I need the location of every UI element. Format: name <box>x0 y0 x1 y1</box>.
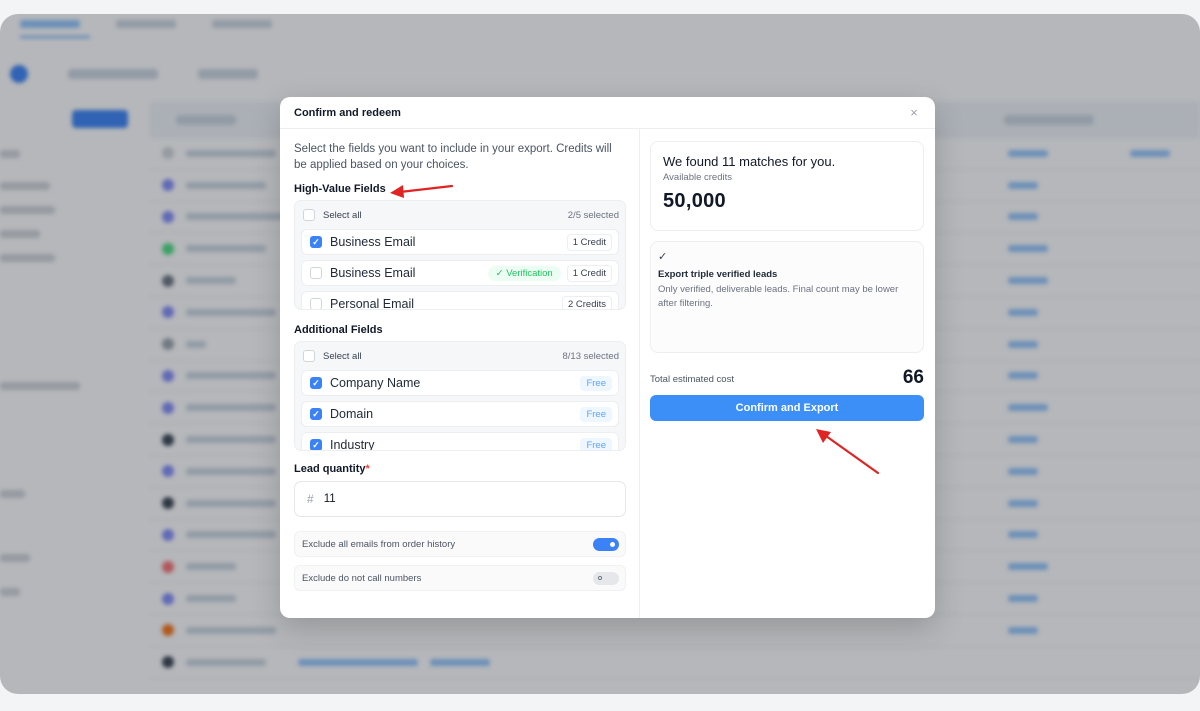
select-all-checkbox[interactable] <box>303 350 315 362</box>
lead-quantity-input[interactable]: # 11 <box>294 481 626 517</box>
field-checkbox[interactable] <box>310 439 322 450</box>
confirm-redeem-modal: Confirm and redeem × Select the fields y… <box>280 97 935 618</box>
modal-title: Confirm and redeem <box>294 106 401 119</box>
lead-quantity-label: Lead quantity* <box>294 463 626 475</box>
confirm-export-button[interactable]: Confirm and Export <box>650 395 924 421</box>
high-value-fields-list[interactable]: Select all 2/5 selected Business Email 1… <box>294 200 626 310</box>
lead-quantity-value[interactable]: 11 <box>324 493 336 505</box>
check-icon: ✓ <box>658 251 668 263</box>
toggle-knob <box>609 540 616 548</box>
additional-select-all[interactable]: Select all 8/13 selected <box>301 347 619 365</box>
select-all-checkbox[interactable] <box>303 209 315 221</box>
free-badge: Free <box>580 437 612 450</box>
field-label: Personal Email <box>330 297 415 310</box>
check-icon: ✓ <box>495 267 504 279</box>
field-checkbox[interactable] <box>310 267 322 279</box>
field-label: Business Email <box>330 266 416 280</box>
select-all-label: Select all <box>323 350 362 362</box>
select-all-label: Select all <box>323 209 362 221</box>
field-personal-email[interactable]: Personal Email 2 Credits <box>301 291 619 310</box>
field-industry[interactable]: Industry Free <box>301 432 619 451</box>
free-badge: Free <box>580 406 612 422</box>
field-label: Industry <box>330 438 375 451</box>
hash-icon: # <box>307 492 314 506</box>
field-label: Company Name <box>330 376 421 390</box>
total-cost-label: Total estimated cost <box>650 374 734 385</box>
field-checkbox[interactable] <box>310 236 322 248</box>
matches-card: We found 11 matches for you. Available c… <box>650 141 924 231</box>
column-divider <box>639 129 640 618</box>
triple-verified-title: Export triple verified leads <box>658 269 778 280</box>
toggle-label: Exclude do not call numbers <box>302 572 422 584</box>
field-checkbox[interactable] <box>310 298 322 309</box>
credit-cost-badge: 2 Credits <box>561 295 612 309</box>
selected-count: 8/13 selected <box>562 350 619 362</box>
exclude-order-history-row: Exclude all emails from order history <box>294 531 626 557</box>
selected-count: 2/5 selected <box>567 209 619 221</box>
credits-label: Available credits <box>663 172 733 183</box>
fields-column: Select the fields you want to include in… <box>294 141 626 591</box>
credit-cost-badge: 1 Credit <box>566 264 612 282</box>
total-cost-row: Total estimated cost 66 <box>650 365 924 389</box>
high-value-select-all[interactable]: Select all 2/5 selected <box>301 206 619 224</box>
additional-fields-title: Additional Fields <box>294 324 383 336</box>
field-checkbox[interactable] <box>310 377 322 389</box>
verification-badge: ✓ Verification <box>487 265 561 281</box>
matches-text: We found 11 matches for you. <box>663 154 836 169</box>
lead-quantity-text: Lead quantity <box>294 463 366 475</box>
modal-intro: Select the fields you want to include in… <box>294 143 612 171</box>
additional-fields-list[interactable]: Select all 8/13 selected Company Name Fr… <box>294 341 626 451</box>
field-label: Business Email <box>330 235 416 249</box>
required-mark: * <box>365 463 370 475</box>
field-domain[interactable]: Domain Free <box>301 401 619 427</box>
toggle-knob <box>598 576 602 580</box>
field-business-email[interactable]: Business Email 1 Credit <box>301 229 619 255</box>
exclude-order-history-toggle[interactable] <box>593 537 619 551</box>
triple-verified-option[interactable]: ✓ Export triple verified leads Only veri… <box>650 241 924 353</box>
field-checkbox[interactable] <box>310 408 322 420</box>
free-badge: Free <box>580 375 612 391</box>
toggle-label: Exclude all emails from order history <box>302 538 456 550</box>
field-business-email-verification[interactable]: Business Email ✓ Verification 1 Credit <box>301 260 619 286</box>
triple-verified-description: Only verified, deliverable leads. Final … <box>658 284 899 309</box>
field-company-name[interactable]: Company Name Free <box>301 370 619 396</box>
summary-column: We found 11 matches for you. Available c… <box>650 141 924 421</box>
total-cost-value: 66 <box>902 367 924 388</box>
credits-value: 50,000 <box>663 190 726 212</box>
exclude-dnc-toggle[interactable] <box>593 571 619 585</box>
credit-cost-badge: 1 Credit <box>566 233 612 251</box>
exclude-dnc-row: Exclude do not call numbers <box>294 565 626 591</box>
close-icon[interactable]: × <box>907 106 921 120</box>
high-value-fields-title: High-Value Fields <box>294 183 386 195</box>
verification-label: Verification <box>506 267 553 279</box>
modal-header: Confirm and redeem <box>280 97 935 129</box>
field-label: Domain <box>330 407 374 421</box>
